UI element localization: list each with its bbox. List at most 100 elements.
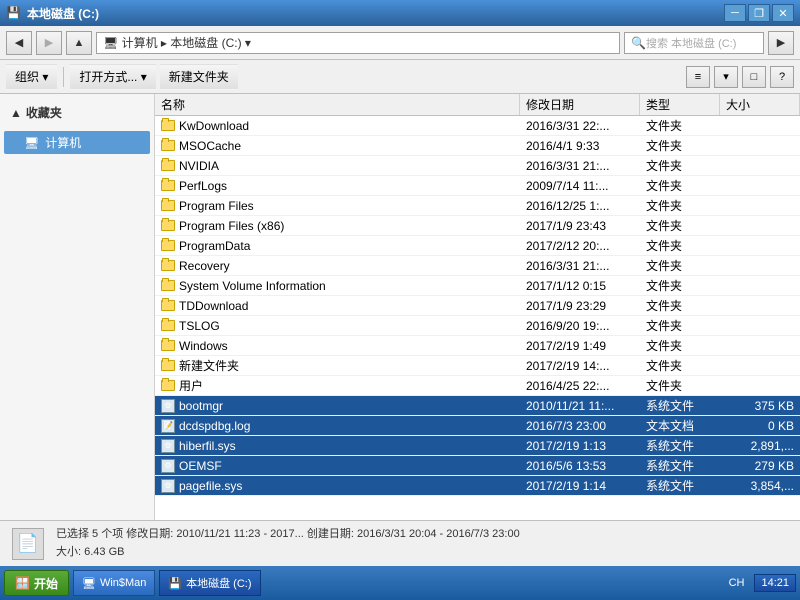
file-name-cell: NVIDIA: [155, 156, 520, 175]
col-type-label: 类型: [646, 96, 670, 113]
col-header-modified[interactable]: 修改日期: [520, 94, 640, 115]
close-button[interactable]: ✕: [772, 4, 794, 22]
folder-icon: [161, 120, 175, 131]
start-button[interactable]: 🪟 开始: [4, 570, 69, 596]
sidebar-header-favorites[interactable]: ▲ 收藏夹: [4, 102, 150, 123]
file-size-cell: 2,891,...: [720, 436, 800, 455]
file-icon: ⚙: [161, 399, 175, 413]
file-list-body[interactable]: KwDownload2016/3/31 22:...文件夹MSOCache201…: [155, 116, 800, 520]
table-row[interactable]: Windows2017/2/19 1:49文件夹: [155, 336, 800, 356]
sidebar: ▲ 收藏夹 🖥 计算机: [0, 94, 155, 520]
up-button[interactable]: ▲: [66, 31, 92, 55]
file-type-cell: 系统文件: [640, 456, 720, 475]
file-name-cell: Program Files: [155, 196, 520, 215]
folder-icon: [161, 380, 175, 391]
file-size-cell: [720, 196, 800, 215]
open-with-button[interactable]: 打开方式... ▾: [70, 64, 155, 90]
sidebar-item-computer[interactable]: 🖥 计算机: [4, 131, 150, 154]
file-size-cell: [720, 116, 800, 135]
address-field[interactable]: 🖥 计算机 ▸ 本地磁盘 (C:) ▾: [96, 32, 620, 54]
clock-display[interactable]: 14:21: [754, 574, 796, 592]
new-folder-button[interactable]: 新建文件夹: [160, 64, 238, 90]
file-modified-cell: 2017/2/19 14:...: [520, 356, 640, 375]
file-name-cell: KwDownload: [155, 116, 520, 135]
table-row[interactable]: ⚙bootmgr2010/11/21 11:...系统文件375 KB: [155, 396, 800, 416]
file-type-cell: 文件夹: [640, 156, 720, 175]
col-header-size[interactable]: 大小: [720, 94, 800, 115]
table-row[interactable]: ⚙hiberfil.sys2017/2/19 1:13系统文件2,891,...: [155, 436, 800, 456]
table-row[interactable]: TSLOG2016/9/20 19:...文件夹: [155, 316, 800, 336]
file-modified-cell: 2017/2/19 1:49: [520, 336, 640, 355]
col-header-name[interactable]: 名称: [155, 94, 520, 115]
status-text: 已选择 5 个项 修改日期: 2010/11/21 11:23 - 2017..…: [56, 526, 520, 561]
file-name: NVIDIA: [179, 159, 219, 173]
toolbar: 组织 ▾ 打开方式... ▾ 新建文件夹 ≡ ▾ □ ?: [0, 60, 800, 94]
help-button[interactable]: ?: [770, 66, 794, 88]
folder-icon: [161, 200, 175, 211]
table-row[interactable]: ProgramData2017/2/12 20:...文件夹: [155, 236, 800, 256]
file-name-cell: 新建文件夹: [155, 356, 520, 375]
file-type-cell: 文件夹: [640, 276, 720, 295]
file-name-cell: ⚙OEMSF: [155, 456, 520, 475]
forward-button[interactable]: ▶: [36, 31, 62, 55]
file-size-cell: [720, 136, 800, 155]
file-size-cell: [720, 276, 800, 295]
taskbar-winsman[interactable]: 🖥 Win$Man: [73, 570, 155, 596]
file-type-cell: 文件夹: [640, 176, 720, 195]
table-row[interactable]: ⚙pagefile.sys2017/2/19 1:14系统文件3,854,...: [155, 476, 800, 496]
view-dropdown-button[interactable]: ▾: [714, 66, 738, 88]
file-name: Recovery: [179, 259, 230, 273]
table-row[interactable]: TDDownload2017/1/9 23:29文件夹: [155, 296, 800, 316]
table-row[interactable]: KwDownload2016/3/31 22:...文件夹: [155, 116, 800, 136]
file-type-cell: 文件夹: [640, 256, 720, 275]
file-size-cell: [720, 316, 800, 335]
folder-icon: [161, 320, 175, 331]
file-size-cell: [720, 336, 800, 355]
preview-button[interactable]: □: [742, 66, 766, 88]
file-modified-cell: 2017/1/9 23:43: [520, 216, 640, 235]
file-name: 用户: [179, 377, 203, 394]
col-header-type[interactable]: 类型: [640, 94, 720, 115]
file-name-cell: ⚙hiberfil.sys: [155, 436, 520, 455]
systray-ch[interactable]: CH: [725, 577, 749, 589]
table-row[interactable]: Program Files (x86)2017/1/9 23:43文件夹: [155, 216, 800, 236]
computer-icon: 🖥: [24, 136, 39, 150]
file-icon: ⚙: [161, 459, 175, 473]
table-row[interactable]: 新建文件夹2017/2/19 14:...文件夹: [155, 356, 800, 376]
winsman-icon: 🖥: [82, 577, 96, 590]
file-name-cell: 用户: [155, 376, 520, 395]
folder-icon: [161, 300, 175, 311]
file-size-cell: [720, 236, 800, 255]
restore-button[interactable]: ❐: [748, 4, 770, 22]
table-row[interactable]: 用户2016/4/25 22:...文件夹: [155, 376, 800, 396]
active-window-icon: 💾: [168, 577, 182, 590]
sidebar-section-favorites: ▲ 收藏夹: [4, 102, 150, 123]
file-size-cell: [720, 156, 800, 175]
minimize-button[interactable]: ─: [724, 4, 746, 22]
file-modified-cell: 2016/3/31 22:...: [520, 116, 640, 135]
table-row[interactable]: ⚙OEMSF2016/5/6 13:53系统文件279 KB: [155, 456, 800, 476]
file-modified-cell: 2010/11/21 11:...: [520, 396, 640, 415]
nav-extra-button[interactable]: ▶: [768, 31, 794, 55]
table-row[interactable]: Program Files2016/12/25 1:...文件夹: [155, 196, 800, 216]
file-type-cell: 文件夹: [640, 236, 720, 255]
table-row[interactable]: Recovery2016/3/31 21:...文件夹: [155, 256, 800, 276]
taskbar-active-window[interactable]: 💾 本地磁盘 (C:): [159, 570, 260, 596]
file-size-cell: [720, 256, 800, 275]
table-row[interactable]: NVIDIA 2016/3/31 21:...文件夹: [155, 156, 800, 176]
taskbar: 🪟 开始 🖥 Win$Man 💾 本地磁盘 (C:) CH 14:21: [0, 566, 800, 600]
table-row[interactable]: 📝dcdspdbg.log2016/7/3 23:00文本文档0 KB: [155, 416, 800, 436]
search-box[interactable]: 🔍 搜索 本地磁盘 (C:): [624, 32, 764, 54]
organize-button[interactable]: 组织 ▾: [6, 64, 57, 90]
back-button[interactable]: ◀: [6, 31, 32, 55]
file-name-cell: PerfLogs: [155, 176, 520, 195]
table-row[interactable]: System Volume Information2017/1/12 0:15文…: [155, 276, 800, 296]
table-row[interactable]: PerfLogs2009/7/14 11:...文件夹: [155, 176, 800, 196]
file-name: MSOCache: [179, 139, 241, 153]
table-row[interactable]: MSOCache2016/4/1 9:33文件夹: [155, 136, 800, 156]
file-modified-cell: 2016/3/31 21:...: [520, 156, 640, 175]
folder-icon: [161, 140, 175, 151]
file-size-cell: 0 KB: [720, 416, 800, 435]
file-modified-cell: 2017/2/19 1:14: [520, 476, 640, 495]
view-list-button[interactable]: ≡: [686, 66, 710, 88]
